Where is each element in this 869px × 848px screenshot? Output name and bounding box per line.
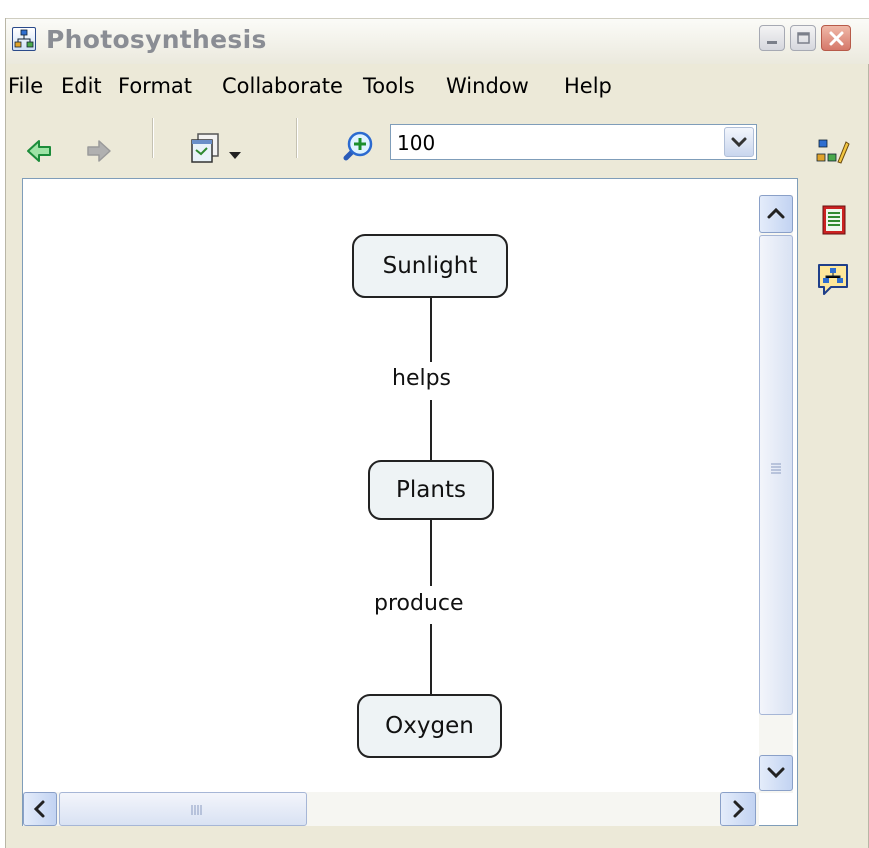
close-icon xyxy=(829,31,844,46)
close-button[interactable] xyxy=(821,25,851,51)
notes-icon[interactable] xyxy=(820,204,848,240)
chevron-right-icon xyxy=(733,800,745,818)
menu-window[interactable]: Window xyxy=(446,74,529,98)
toolbar-separator xyxy=(296,118,298,158)
chevron-up-icon xyxy=(767,207,785,219)
maximize-icon xyxy=(797,32,810,44)
concept-node-oxygen[interactable]: Oxygen xyxy=(357,694,502,758)
link-label-produce[interactable]: produce xyxy=(372,591,466,616)
minimize-button[interactable] xyxy=(759,25,785,51)
maximize-button[interactable] xyxy=(790,25,816,51)
menu-help[interactable]: Help xyxy=(564,74,612,98)
zoom-value[interactable]: 100 xyxy=(397,131,435,155)
forward-arrow-icon[interactable] xyxy=(86,138,112,168)
menu-file[interactable]: File xyxy=(8,74,43,98)
scroll-left-button[interactable] xyxy=(23,792,57,826)
menu-edit[interactable]: Edit xyxy=(61,74,102,98)
title-bar[interactable]: Photosynthesis xyxy=(6,18,869,64)
menu-format[interactable]: Format xyxy=(118,74,192,98)
horizontal-scrollbar[interactable] xyxy=(23,792,759,826)
chevron-down-icon[interactable] xyxy=(228,146,242,165)
discussion-icon[interactable] xyxy=(816,262,850,302)
scroll-right-button[interactable] xyxy=(720,792,756,826)
link-line xyxy=(430,520,432,586)
scroll-up-button[interactable] xyxy=(759,195,793,233)
horizontal-scroll-thumb[interactable] xyxy=(59,792,307,826)
menu-tools[interactable]: Tools xyxy=(363,74,415,98)
cmap-document-icon[interactable] xyxy=(12,27,36,51)
style-palette-icon[interactable] xyxy=(816,136,850,170)
concept-label: Sunlight xyxy=(382,253,478,279)
menu-bar: File Edit Format Collaborate Tools Windo… xyxy=(6,70,868,104)
window-title: Photosynthesis xyxy=(46,25,267,54)
link-line xyxy=(430,624,432,696)
concept-label: Oxygen xyxy=(385,713,474,739)
chevron-left-icon xyxy=(33,800,45,818)
chevron-down-icon xyxy=(767,767,785,779)
link-line xyxy=(430,298,432,362)
zoom-combobox[interactable]: 100 xyxy=(390,124,757,160)
vertical-scrollbar[interactable] xyxy=(759,195,793,793)
toolbar-separator xyxy=(152,118,154,158)
concept-node-plants[interactable]: Plants xyxy=(368,460,494,520)
scroll-down-button[interactable] xyxy=(759,755,793,791)
concept-label: Plants xyxy=(396,477,466,503)
menu-collaborate[interactable]: Collaborate xyxy=(222,74,343,98)
link-label-helps[interactable]: helps xyxy=(390,366,454,391)
link-line xyxy=(430,400,432,462)
zoom-in-icon[interactable] xyxy=(338,130,374,170)
chevron-down-icon xyxy=(731,137,747,148)
minimize-icon xyxy=(767,41,777,44)
vertical-scroll-thumb[interactable] xyxy=(759,235,793,715)
back-arrow-icon[interactable] xyxy=(26,138,52,168)
zoom-dropdown-button[interactable] xyxy=(724,127,754,157)
view-mode-icon[interactable] xyxy=(190,132,226,168)
grip-icon xyxy=(771,463,781,474)
concept-node-sunlight[interactable]: Sunlight xyxy=(352,234,508,298)
grip-icon xyxy=(191,805,202,815)
